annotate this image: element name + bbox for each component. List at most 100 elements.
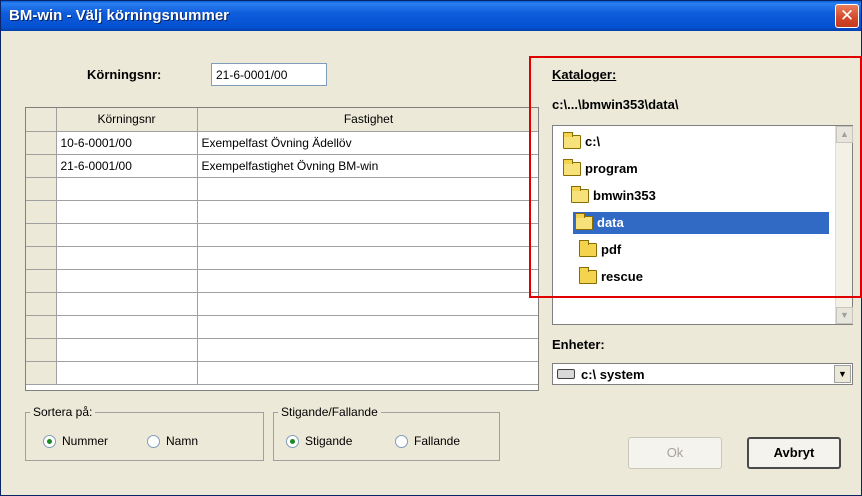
cell-fastighet[interactable] (197, 269, 538, 293)
radio-label-namn: Namn (166, 434, 199, 448)
table-row[interactable]: 21-6-0001/00 Exempelfastighet Övning BM-… (26, 154, 538, 178)
folder-open-icon (563, 132, 581, 149)
dialog-window: BM-win - Välj körningsnummer ✕ Körningsn… (0, 0, 862, 496)
dir-item-label: bmwin353 (593, 188, 656, 203)
sort-group-legend: Sortera på: (33, 405, 93, 419)
folder-icon (579, 267, 597, 284)
drive-select-value: c:\ system (581, 366, 645, 382)
row-indicator[interactable] (26, 315, 57, 339)
table-row[interactable] (26, 177, 538, 201)
cell-fastighet[interactable] (197, 338, 538, 362)
dir-item-root[interactable]: c:\ (561, 131, 600, 153)
cell-fastighet[interactable] (197, 246, 538, 270)
sort-option-nummer[interactable]: Nummer (43, 434, 108, 448)
cell-nr[interactable] (56, 223, 198, 247)
drives-label: Enheter: (552, 337, 605, 352)
nr-label: Körningsnr: (87, 67, 162, 82)
row-indicator[interactable] (26, 223, 57, 247)
radio-namn[interactable] (147, 434, 160, 448)
order-group: Stigande/Fallande (273, 405, 500, 461)
column-header-nr[interactable]: Körningsnr (56, 108, 198, 132)
title-bar: BM-win - Välj körningsnummer (1, 1, 861, 31)
cell-nr[interactable] (56, 200, 198, 224)
dir-item-label: pdf (601, 242, 622, 257)
dir-item-rescue[interactable]: rescue (577, 266, 643, 288)
table-row[interactable] (26, 292, 538, 316)
cell-nr[interactable] (56, 177, 198, 201)
row-indicator[interactable] (26, 246, 57, 270)
cell-nr[interactable]: 10-6-0001/00 (56, 131, 198, 155)
folder-icon (579, 240, 597, 257)
run-grid: Körningsnr Fastighet 10-6-0001/00 Exempe… (25, 107, 539, 391)
row-indicator[interactable] (26, 338, 57, 362)
cell-fastighet[interactable]: Exempelfast Övning Ädellöv (197, 131, 538, 155)
column-header-fastighet[interactable]: Fastighet (197, 108, 538, 132)
radio-label-fallande: Fallande (414, 434, 461, 448)
cell-nr[interactable] (56, 292, 198, 316)
cell-nr[interactable]: 21-6-0001/00 (56, 154, 198, 178)
catalogs-label: Kataloger: (552, 67, 617, 82)
close-button[interactable]: ✕ (835, 4, 859, 28)
radio-fallande[interactable] (395, 434, 408, 448)
chevron-down-icon[interactable]: ▼ (834, 365, 851, 383)
drive-select[interactable]: c:\ system ▼ (552, 363, 853, 385)
directory-scrollbar[interactable]: ▲ ▼ (835, 126, 853, 324)
row-indicator[interactable] (26, 131, 57, 155)
scroll-down-icon[interactable]: ▼ (836, 307, 853, 324)
cell-nr[interactable] (56, 246, 198, 270)
cell-fastighet[interactable] (197, 361, 538, 385)
current-path: c:\...\bmwin353\data\ (552, 97, 679, 112)
table-row[interactable] (26, 338, 538, 362)
row-indicator[interactable] (26, 200, 57, 224)
cell-fastighet[interactable] (197, 177, 538, 201)
row-indicator[interactable] (26, 292, 57, 316)
dir-item-label: c:\ (585, 134, 601, 149)
folder-open-icon (563, 159, 581, 176)
sort-group: Sortera på: (25, 405, 264, 461)
radio-stigande[interactable] (286, 434, 299, 448)
cell-nr[interactable] (56, 361, 198, 385)
grid-header-row: Körningsnr Fastighet (26, 108, 538, 132)
dir-item-program[interactable]: program (561, 158, 638, 180)
dir-item-pdf[interactable]: pdf (577, 239, 621, 261)
table-row[interactable] (26, 315, 538, 339)
sort-option-namn[interactable]: Namn (147, 434, 198, 448)
directory-list[interactable]: c:\ program bmwin353 data pdf rescue ▲ ▼ (552, 125, 853, 325)
dir-item-data[interactable]: data (573, 212, 829, 234)
table-row[interactable]: 10-6-0001/00 Exempelfast Övning Ädellöv (26, 131, 538, 155)
folder-open-icon (571, 186, 589, 203)
drive-icon (557, 369, 575, 379)
order-option-stigande[interactable]: Stigande (286, 434, 352, 448)
cell-nr[interactable] (56, 338, 198, 362)
table-row[interactable] (26, 223, 538, 247)
row-indicator[interactable] (26, 154, 57, 178)
cell-fastighet[interactable] (197, 292, 538, 316)
radio-label-nummer: Nummer (62, 434, 109, 448)
table-row[interactable] (26, 246, 538, 270)
dir-item-bmwin353[interactable]: bmwin353 (569, 185, 656, 207)
order-option-fallande[interactable]: Fallande (395, 434, 460, 448)
dir-item-label: data (597, 215, 624, 230)
table-row[interactable] (26, 200, 538, 224)
order-group-legend: Stigande/Fallande (281, 405, 378, 419)
scroll-up-icon[interactable]: ▲ (836, 126, 853, 143)
row-indicator[interactable] (26, 269, 57, 293)
cell-nr[interactable] (56, 315, 198, 339)
cell-fastighet[interactable] (197, 223, 538, 247)
row-indicator[interactable] (26, 177, 57, 201)
nr-input[interactable] (211, 63, 327, 86)
table-row[interactable] (26, 361, 538, 385)
grid-corner-cell (26, 108, 57, 132)
cell-fastighet[interactable] (197, 315, 538, 339)
table-row[interactable] (26, 269, 538, 293)
dir-item-label: program (585, 161, 638, 176)
row-indicator[interactable] (26, 361, 57, 385)
cancel-button[interactable]: Avbryt (747, 437, 841, 469)
window-title: BM-win - Välj körningsnummer (9, 7, 230, 24)
cell-nr[interactable] (56, 269, 198, 293)
dir-item-label: rescue (601, 269, 643, 284)
cell-fastighet[interactable]: Exempelfastighet Övning BM-win (197, 154, 538, 178)
radio-nummer[interactable] (43, 434, 56, 448)
cell-fastighet[interactable] (197, 200, 538, 224)
ok-button[interactable]: Ok (628, 437, 722, 469)
